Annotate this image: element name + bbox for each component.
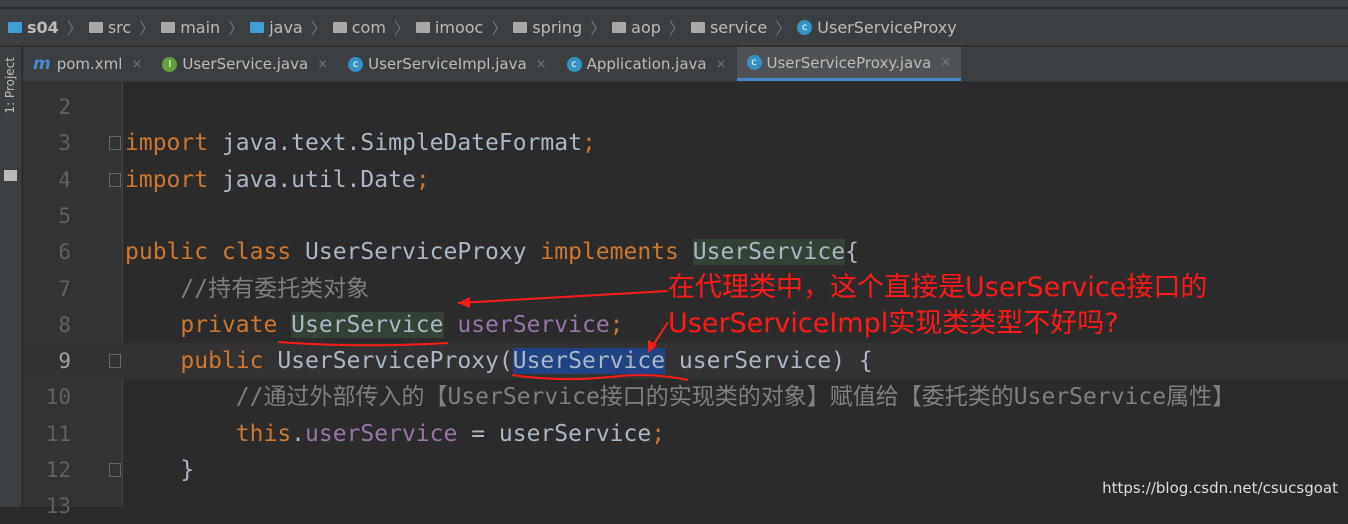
watermark: https://blog.csdn.net/csucsgoat	[1102, 479, 1338, 497]
annotation-marks	[277, 290, 689, 381]
annotation-text: 在代理类中，这个直接是UserService接口的 UserServiceImp…	[668, 270, 1207, 342]
red-arrowhead-1	[458, 297, 470, 308]
red-underline-2	[511, 374, 689, 381]
annotation-line-1: 在代理类中，这个直接是UserService接口的	[668, 272, 1208, 303]
red-underline-1	[277, 341, 449, 347]
red-arrow-1	[457, 290, 669, 304]
annotation-line-2: UserServiceImpl实现类类型不好吗?	[668, 308, 1119, 339]
